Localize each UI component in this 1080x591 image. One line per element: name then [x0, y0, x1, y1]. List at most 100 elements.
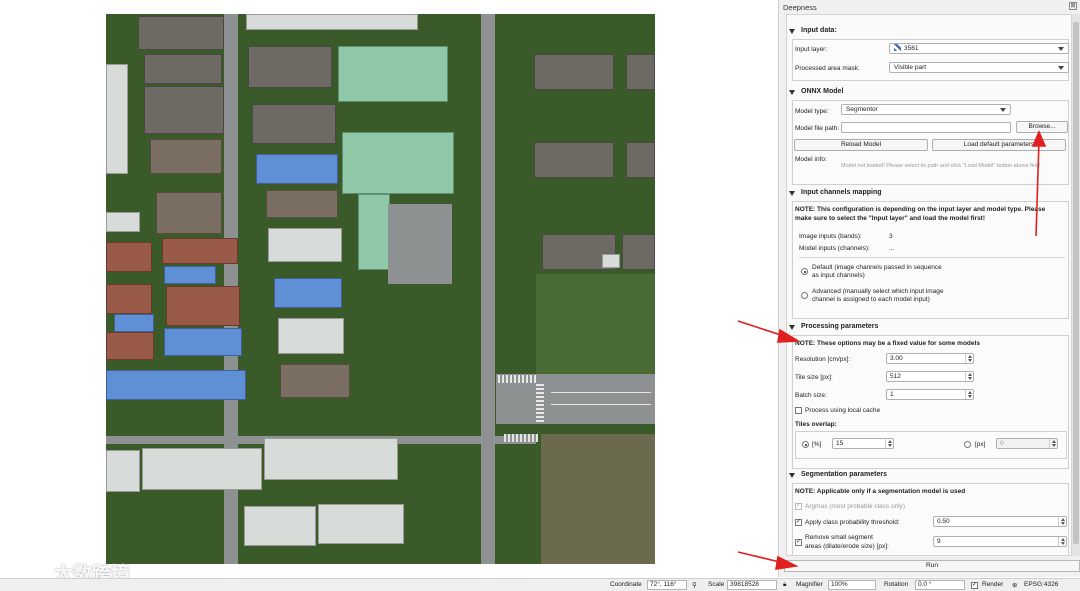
advanced-mapping-radio[interactable] [801, 292, 808, 299]
threshold-checkbox[interactable]: ✓ [795, 519, 802, 526]
globe-icon[interactable]: ⊕ [1012, 581, 1017, 589]
argmax-label: Argmax (most probable class only) [805, 503, 906, 510]
map-building [106, 64, 128, 174]
remove-small-spinbox[interactable]: 9 [933, 536, 1067, 547]
model-file-path-input[interactable] [841, 122, 1011, 133]
map-building [534, 54, 614, 90]
default-mapping-label: Default (image channels passed in sequen… [812, 264, 942, 279]
model-info-value: Model not loaded! Please select its path… [841, 163, 1041, 169]
tile-size-spinbox[interactable]: 512 [886, 371, 974, 382]
section-header-input-data[interactable]: Input data: [787, 25, 1071, 37]
spin-arrows-icon[interactable] [1058, 517, 1066, 526]
group-processing: NOTE: These options may be a fixed value… [792, 335, 1069, 469]
map-crosswalk [536, 382, 544, 422]
close-icon[interactable]: ⊠ [1069, 2, 1077, 10]
group-segmentation: NOTE: Applicable only if a segmentation … [792, 483, 1069, 555]
mask-select[interactable]: Visible part [889, 62, 1069, 73]
resolution-spinbox[interactable]: 3.00 [886, 353, 974, 364]
default-mapping-radio[interactable] [801, 268, 808, 275]
tile-size-label: Tile size [px]: [795, 374, 833, 381]
overlap-px-spinbox[interactable]: 0 [996, 438, 1058, 449]
map-road-main [481, 14, 495, 564]
crs-label[interactable]: EPSG:4326 [1024, 581, 1058, 588]
section-header-segmentation[interactable]: Segmentation parameters [787, 469, 1071, 481]
render-checkbox[interactable]: ✓ [971, 582, 978, 589]
scrollbar-thumb[interactable] [1073, 22, 1079, 544]
collapse-triangle-icon [789, 29, 795, 34]
map-building [268, 228, 342, 262]
browse-button[interactable]: Browse... [1016, 121, 1068, 133]
run-button[interactable]: Run [784, 560, 1080, 572]
segmentation-note: NOTE: Applicable only if a segmentation … [795, 488, 966, 495]
map-yard [388, 204, 452, 284]
scale-field[interactable]: 39818528 [727, 580, 777, 590]
magnifier-field[interactable]: 100% [828, 580, 876, 590]
section-header-input-channels[interactable]: Input channels mapping [787, 187, 1071, 199]
overlap-percent-label: [%] [812, 441, 822, 448]
map-building [106, 332, 154, 360]
image-inputs-value: 3 [889, 233, 893, 240]
chevron-down-icon [1058, 47, 1064, 51]
local-cache-checkbox[interactable] [795, 407, 802, 414]
map-building [106, 284, 152, 314]
group-tiles-overlap: [%] 15 [px] 0 [795, 431, 1067, 459]
batch-size-label: Batch size: [795, 392, 827, 399]
group-onnx-model: Model type: Segmentor Model file path: B… [792, 100, 1069, 185]
load-default-parameters-button[interactable]: Load default parameters [932, 139, 1066, 151]
collapse-triangle-icon [789, 325, 795, 330]
map-building [156, 192, 222, 234]
spin-arrows-icon[interactable] [965, 372, 973, 381]
section-header-onnx-model[interactable]: ONNX Model [787, 86, 1071, 98]
collapse-triangle-icon [789, 473, 795, 478]
remove-small-label-line-1: Remove small segment [805, 534, 873, 541]
coordinate-field[interactable]: 72°, 116° [647, 580, 687, 590]
remove-small-checkbox[interactable]: ✓ [795, 539, 802, 546]
map-building [274, 278, 342, 308]
panel-scroll-area[interactable]: Input data: Input layer: 3561 Processed … [786, 14, 1072, 556]
map-building [142, 448, 262, 490]
coordinate-label: Coordinate [610, 581, 642, 588]
spin-arrows-icon[interactable] [1049, 439, 1057, 448]
map-building [626, 54, 655, 90]
map-building [264, 438, 398, 480]
spin-arrows-icon[interactable] [965, 354, 973, 363]
overlap-px-radio[interactable] [964, 441, 971, 448]
raster-layer-icon [894, 44, 901, 51]
spin-arrows-icon[interactable] [1058, 537, 1066, 546]
batch-size-spinbox[interactable]: 1 [886, 389, 974, 400]
scale-icon: ⚲ [692, 582, 697, 589]
spin-arrows-icon[interactable] [885, 439, 893, 448]
map-building [166, 286, 240, 326]
map-building [164, 328, 242, 356]
lock-icon[interactable]: 🔒︎ [783, 581, 786, 589]
map-building [252, 104, 336, 144]
map-building [318, 504, 404, 544]
overlap-percent-spinbox[interactable]: 15 [832, 438, 894, 449]
panel-scrollbar[interactable] [1072, 14, 1080, 556]
overlap-px-label: [px] [975, 441, 986, 448]
map-building [602, 254, 620, 268]
map-building [248, 46, 332, 88]
overlap-percent-radio[interactable] [802, 441, 809, 448]
input-layer-select[interactable]: 3561 [889, 43, 1069, 54]
map-building [150, 139, 222, 174]
deepness-dock-panel: Deepness ⊠ Input data: Input layer: 3561… [778, 0, 1080, 577]
map-building [278, 318, 344, 354]
advanced-mapping-label: Advanced (manually select which input im… [812, 288, 944, 303]
model-type-select[interactable]: Segmentor [841, 104, 1011, 115]
map-bare-field [541, 434, 655, 564]
map-building [338, 46, 448, 102]
section-header-processing[interactable]: Processing parameters [787, 321, 1071, 333]
map-building [138, 16, 224, 50]
collapse-triangle-icon [789, 191, 795, 196]
threshold-spinbox[interactable]: 0.50 [933, 516, 1067, 527]
resolution-label: Resolution [cm/px]: [795, 356, 851, 363]
map-canvas[interactable] [106, 14, 655, 564]
argmax-checkbox[interactable]: ✓ [795, 503, 802, 510]
reload-model-button[interactable]: Reload Model [794, 139, 928, 151]
spin-arrows-icon[interactable] [965, 390, 973, 399]
map-building [626, 142, 655, 178]
rotation-field[interactable]: 0.0 ° [915, 580, 965, 590]
map-building [106, 212, 140, 232]
divider [799, 257, 1065, 258]
